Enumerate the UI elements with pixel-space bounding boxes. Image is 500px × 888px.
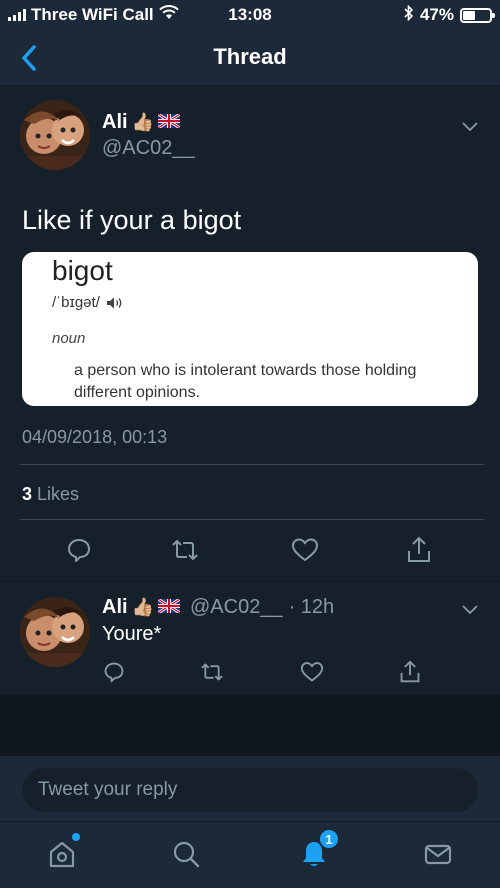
tab-messages[interactable] bbox=[420, 836, 456, 872]
chevron-down-icon bbox=[462, 122, 478, 132]
tab-home[interactable] bbox=[44, 833, 80, 872]
status-right: 47% bbox=[404, 4, 495, 26]
likes-count-link[interactable]: 3 Likes bbox=[22, 484, 79, 505]
divider bbox=[20, 464, 484, 465]
reply-handle: @AC02__ bbox=[189, 596, 283, 618]
reply-time: · 12h bbox=[288, 596, 335, 618]
reply-button[interactable] bbox=[64, 535, 94, 565]
share-icon bbox=[408, 536, 430, 562]
avatar[interactable] bbox=[20, 597, 90, 667]
envelope-icon bbox=[424, 844, 452, 865]
likes-count: 3 bbox=[22, 484, 33, 504]
tweet-timestamp: 04/09/2018, 00:13 bbox=[22, 427, 168, 447]
reply-icon bbox=[104, 662, 124, 683]
retweet-button[interactable] bbox=[170, 535, 200, 565]
search-icon bbox=[173, 841, 200, 868]
avatar[interactable] bbox=[20, 100, 90, 170]
reply-text: Youre* bbox=[102, 623, 162, 645]
battery-percent: 47% bbox=[419, 5, 454, 24]
reply-header: Ali 👍🏼 @AC02__ · 12h bbox=[102, 596, 334, 619]
reply-icon bbox=[68, 539, 90, 562]
thumbs-up-emoji: 👍🏼 bbox=[131, 112, 154, 132]
notification-badge: 1 bbox=[318, 828, 340, 850]
speaker-icon bbox=[106, 297, 122, 308]
reply-menu-button[interactable] bbox=[462, 602, 478, 620]
thumbs-up-emoji: 👍🏼 bbox=[131, 597, 154, 617]
tweet-text: Like if your a bigot bbox=[22, 205, 242, 235]
heart-icon bbox=[300, 662, 324, 682]
dictionary-part-of-speech: noun bbox=[52, 330, 86, 347]
share-icon bbox=[400, 660, 420, 683]
empty-space bbox=[0, 695, 500, 755]
status-bar: Three WiFi Call 13:08 47% bbox=[0, 0, 500, 30]
author-block[interactable]: Ali 👍🏼 @AC02__ bbox=[102, 111, 195, 160]
dictionary-definition: a person who is intolerant towards those… bbox=[74, 362, 417, 401]
tab-search[interactable] bbox=[168, 836, 204, 872]
chevron-down-icon bbox=[462, 605, 478, 615]
home-icon bbox=[49, 841, 75, 868]
author-handle: @AC02__ bbox=[102, 137, 195, 159]
tab-notifications[interactable]: 1 bbox=[296, 828, 340, 872]
tweet-image-card[interactable]: bigot /ˈbɪɡət/ noun a person who is into… bbox=[22, 252, 478, 406]
retweet-icon bbox=[172, 539, 198, 561]
like-button[interactable] bbox=[290, 535, 320, 565]
divider bbox=[20, 519, 484, 520]
retweet-icon bbox=[201, 663, 223, 681]
reply-composer bbox=[0, 755, 500, 821]
tweet-menu-button[interactable] bbox=[462, 119, 478, 137]
author-name-row: Ali 👍🏼 bbox=[102, 111, 195, 134]
share-button[interactable] bbox=[404, 535, 434, 565]
page-title: Thread bbox=[213, 44, 287, 69]
nav-bar: Thread bbox=[0, 30, 500, 86]
author-name: Ali bbox=[102, 111, 128, 133]
battery-icon bbox=[460, 7, 495, 23]
reply-share-button[interactable] bbox=[396, 658, 424, 686]
tweet-actions bbox=[0, 535, 500, 569]
bluetooth-icon bbox=[404, 4, 414, 26]
reply-tweet[interactable]: Ali 👍🏼 @AC02__ · 12h Youre* bbox=[0, 582, 500, 694]
uk-flag-icon bbox=[157, 111, 181, 134]
uk-flag-icon bbox=[157, 596, 181, 619]
reply-retweet-button[interactable] bbox=[198, 658, 226, 686]
reply-input[interactable] bbox=[22, 768, 478, 812]
reply-reply-button[interactable] bbox=[100, 658, 128, 686]
dictionary-pronunciation: /ˈbɪɡət/ bbox=[52, 294, 124, 311]
reply-author-name: Ali bbox=[102, 596, 128, 618]
pronunciation-text: /ˈbɪɡət/ bbox=[52, 294, 100, 311]
heart-icon bbox=[291, 538, 319, 562]
likes-label: Likes bbox=[37, 484, 80, 504]
tab-bar: 1 bbox=[0, 821, 500, 888]
reply-like-button[interactable] bbox=[298, 658, 326, 686]
unread-dot bbox=[72, 833, 80, 841]
dictionary-word: bigot bbox=[52, 255, 113, 286]
